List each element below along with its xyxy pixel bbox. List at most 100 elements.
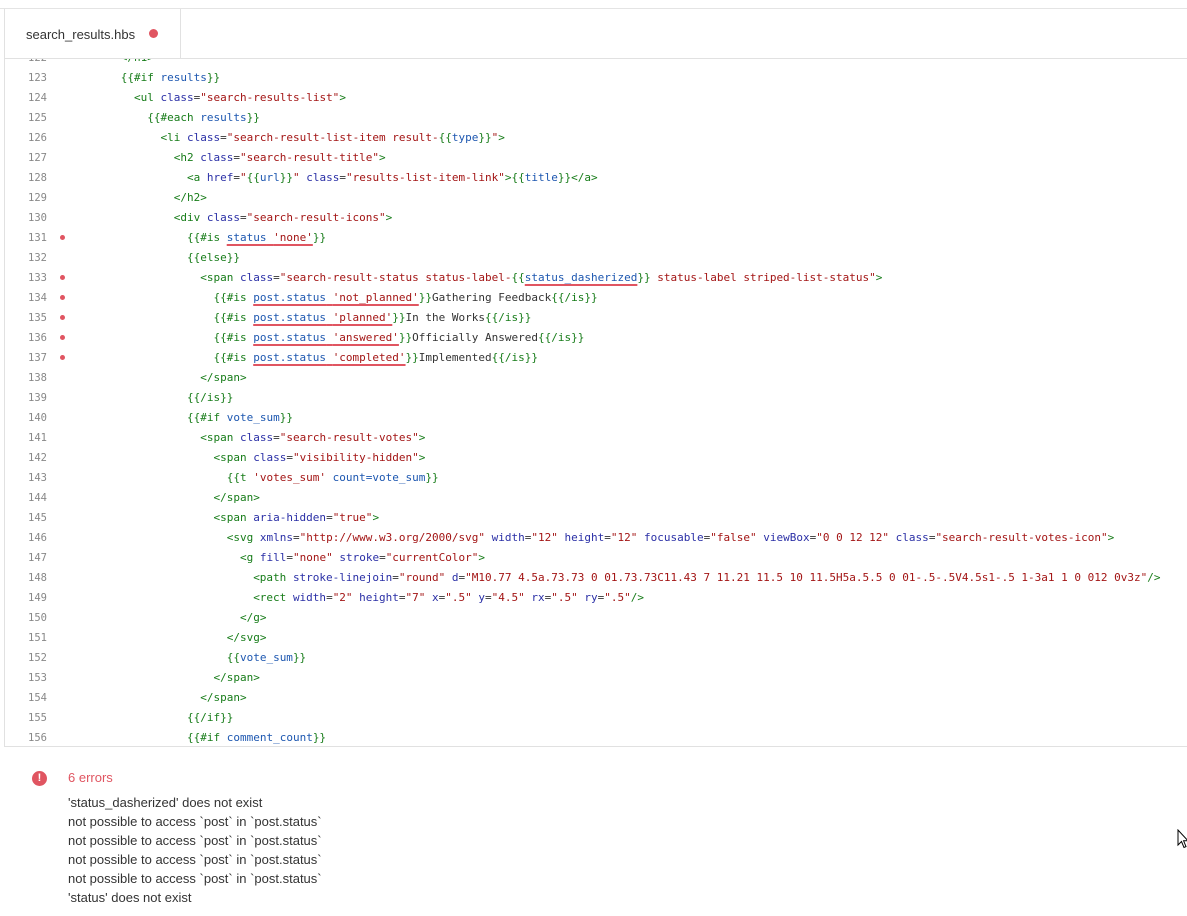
code-token: url xyxy=(259,171,280,184)
code-line[interactable]: 140 {{#if vote_sum}} xyxy=(5,408,1187,428)
code-line[interactable]: 156 {{#if comment_count}} xyxy=(5,728,1187,746)
code-token: rx xyxy=(524,591,545,604)
code-text: </span> xyxy=(81,488,259,508)
code-editor[interactable]: 122 </h1>123 {{#if results}}124 <ul clas… xyxy=(4,59,1187,746)
code-line[interactable]: 139 {{/is}} xyxy=(5,388,1187,408)
code-line[interactable]: 145 <span aria-hidden="true"> xyxy=(5,508,1187,528)
line-number: 135 xyxy=(28,312,47,324)
code-line[interactable]: 135 {{#is post.status 'planned'}}In the … xyxy=(5,308,1187,328)
code-token: > xyxy=(478,551,486,564)
code-token: comment_count xyxy=(226,731,313,744)
code-line[interactable]: 124 <ul class="search-results-list"> xyxy=(5,88,1187,108)
code-token: {{/if}} xyxy=(186,711,234,724)
code-line[interactable]: 142 <span class="visibility-hidden"> xyxy=(5,448,1187,468)
code-text: <g fill="none" stroke="currentColor"> xyxy=(81,548,485,568)
error-item[interactable]: 'status' does not exist xyxy=(68,888,322,907)
code-token: </h2> xyxy=(173,191,207,204)
line-number: 122 xyxy=(5,59,47,68)
code-text: <span class="search-result-status status… xyxy=(81,268,882,288)
code-line[interactable]: 137 {{#is post.status 'completed'}}Imple… xyxy=(5,348,1187,368)
code-line[interactable]: 126 <li class="search-result-list-item r… xyxy=(5,128,1187,148)
code-line[interactable]: 152 {{vote_sum}} xyxy=(5,648,1187,668)
code-line[interactable]: 138 </span> xyxy=(5,368,1187,388)
code-token: class xyxy=(306,171,340,184)
code-token: stroke xyxy=(332,551,380,564)
code-line[interactable]: 141 <span class="search-result-votes"> xyxy=(5,428,1187,448)
code-token: {{#is xyxy=(213,291,254,304)
code-line[interactable]: 154 </span> xyxy=(5,688,1187,708)
error-item[interactable]: not possible to access `post` in `post.s… xyxy=(68,869,322,888)
code-token: "4.5" xyxy=(491,591,525,604)
code-token: {{t xyxy=(226,471,254,484)
error-marker-icon[interactable] xyxy=(60,295,65,300)
error-marker-icon[interactable] xyxy=(60,355,65,360)
code-text: </h1> xyxy=(81,59,154,68)
code-line[interactable]: 143 {{t 'votes_sum' count=vote_sum}} xyxy=(5,468,1187,488)
code-text: {{vote_sum}} xyxy=(81,648,306,668)
code-token: > xyxy=(504,171,512,184)
code-token: {{ xyxy=(226,651,240,664)
code-token: > xyxy=(379,151,386,164)
code-token: Gathering Feedback xyxy=(432,291,552,304)
mouse-pointer-icon xyxy=(1177,829,1187,849)
code-line[interactable]: 151 </svg> xyxy=(5,628,1187,648)
line-number: 154 xyxy=(28,692,47,704)
code-token: status_dasherized xyxy=(524,271,638,284)
code-token: = xyxy=(239,211,247,224)
code-line[interactable]: 132 {{else}} xyxy=(5,248,1187,268)
code-line[interactable]: 125 {{#each results}} xyxy=(5,108,1187,128)
error-item[interactable]: not possible to access `post` in `post.s… xyxy=(68,850,322,869)
code-line[interactable]: 155 {{/if}} xyxy=(5,708,1187,728)
unsaved-dot-icon[interactable] xyxy=(149,29,158,38)
code-token: <span xyxy=(200,431,240,444)
code-token: </g> xyxy=(239,611,267,624)
code-line[interactable]: 127 <h2 class="search-result-title"> xyxy=(5,148,1187,168)
code-line[interactable]: 148 <path stroke-linejoin="round" d="M10… xyxy=(5,568,1187,588)
error-marker-icon[interactable] xyxy=(60,315,65,320)
error-marker-icon[interactable] xyxy=(60,275,65,280)
code-token: </svg> xyxy=(226,631,267,644)
line-number: 138 xyxy=(28,372,47,384)
tab-search-results[interactable]: search_results.hbs xyxy=(5,9,181,58)
code-token: " xyxy=(239,171,247,184)
code-line[interactable]: 136 {{#is post.status 'answered'}}Offici… xyxy=(5,328,1187,348)
line-number: 126 xyxy=(28,132,47,144)
code-line[interactable]: 133 <span class="search-result-status st… xyxy=(5,268,1187,288)
code-line[interactable]: 129 </h2> xyxy=(5,188,1187,208)
error-marker-icon[interactable] xyxy=(60,235,65,240)
code-line[interactable]: 122 </h1> xyxy=(5,59,1187,68)
code-token: Officially Answered xyxy=(412,331,539,344)
code-line[interactable]: 131 {{#is status 'none'}} xyxy=(5,228,1187,248)
code-line[interactable]: 123 {{#if results}} xyxy=(5,68,1187,88)
line-number: 131 xyxy=(28,232,47,244)
code-line[interactable]: 146 <svg xmlns="http://www.w3.org/2000/s… xyxy=(5,528,1187,548)
code-line[interactable]: 130 <div class="search-result-icons"> xyxy=(5,208,1187,228)
code-line[interactable]: 134 {{#is post.status 'not_planned'}}Gat… xyxy=(5,288,1187,308)
code-token: "search-results-list" xyxy=(200,91,340,104)
code-token: "12" xyxy=(610,531,638,544)
code-token: = xyxy=(398,591,406,604)
code-text: {{/is}} xyxy=(81,388,233,408)
error-item[interactable]: 'status_dasherized' does not exist xyxy=(68,793,322,812)
line-number: 153 xyxy=(28,672,47,684)
code-line[interactable]: 128 <a href="{{url}}" class="results-lis… xyxy=(5,168,1187,188)
code-line[interactable]: 153 </span> xyxy=(5,668,1187,688)
error-item[interactable]: not possible to access `post` in `post.s… xyxy=(68,831,322,850)
code-token: stroke-linejoin xyxy=(292,571,393,584)
error-item[interactable]: not possible to access `post` in `post.s… xyxy=(68,812,322,831)
code-line[interactable]: 150 </g> xyxy=(5,608,1187,628)
code-line[interactable]: 149 <rect width="2" height="7" x=".5" y=… xyxy=(5,588,1187,608)
line-number: 132 xyxy=(28,252,47,264)
code-token: class xyxy=(239,431,274,444)
code-token: = xyxy=(339,171,346,184)
code-token: "search-result-votes-icon" xyxy=(935,531,1108,544)
line-number: 123 xyxy=(28,72,47,84)
code-text: <h2 class="search-result-title"> xyxy=(81,148,386,168)
error-marker-icon[interactable] xyxy=(60,335,65,340)
code-token: {{/is}} xyxy=(186,391,234,404)
code-line[interactable]: 147 <g fill="none" stroke="currentColor"… xyxy=(5,548,1187,568)
code-line[interactable]: 144 </span> xyxy=(5,488,1187,508)
